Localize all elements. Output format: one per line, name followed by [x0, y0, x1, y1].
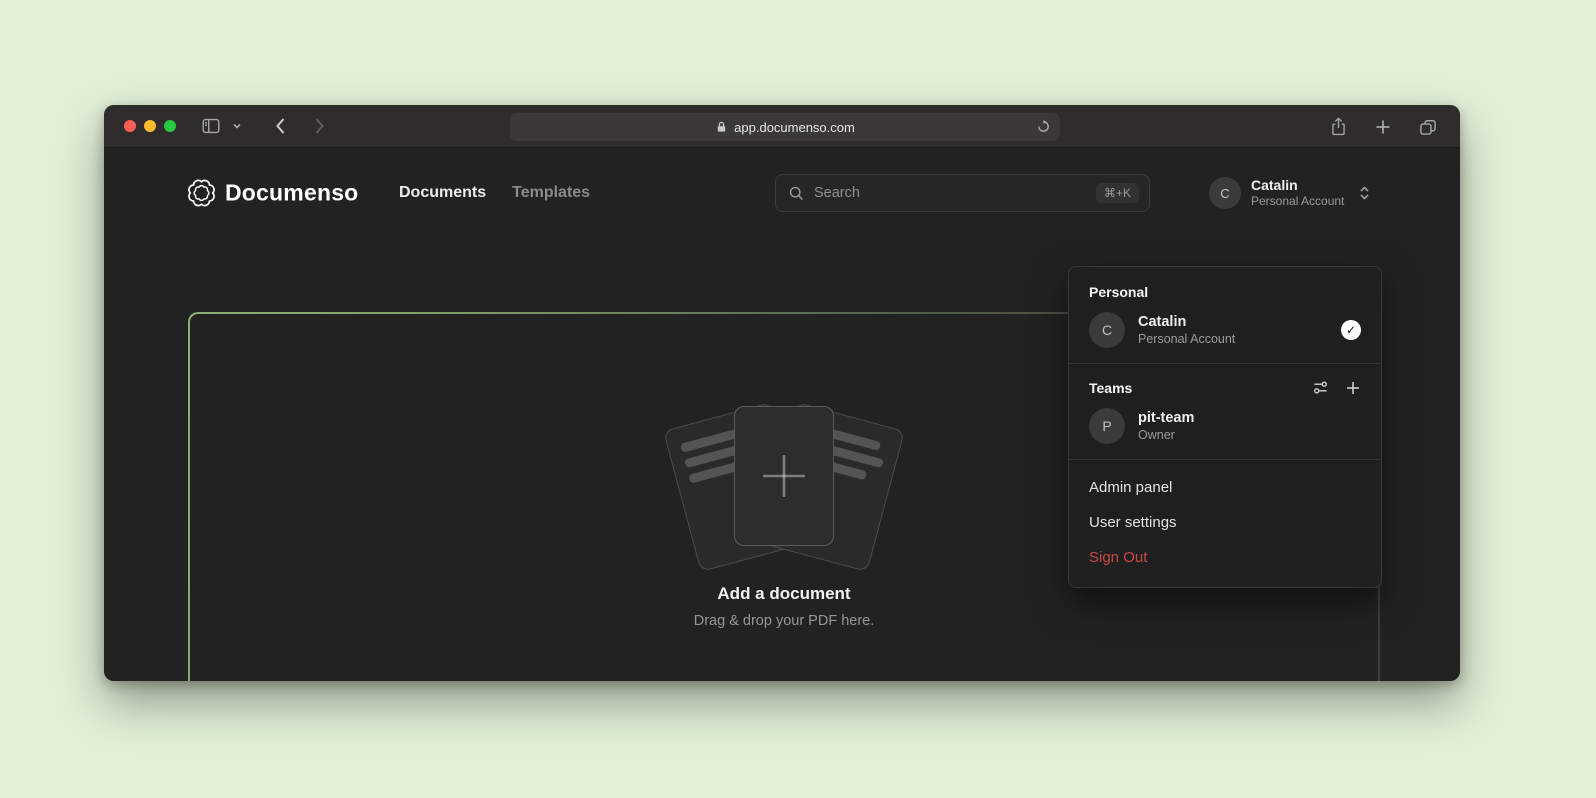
profile-menu-button[interactable]: C Catalin Personal Account: [1209, 177, 1371, 209]
new-tab-icon[interactable]: [1366, 118, 1400, 136]
avatar: P: [1089, 408, 1125, 444]
search-input[interactable]: Search ⌘+K: [775, 174, 1150, 212]
create-team-icon[interactable]: [1345, 380, 1361, 396]
team-name: pit-team: [1138, 409, 1194, 427]
desktop-background: app.documenso.com: [0, 0, 1596, 798]
chevron-up-down-icon: [1358, 185, 1371, 201]
sidebar-toggle-icon[interactable]: [192, 115, 230, 137]
search-shortcut-badge: ⌘+K: [1096, 183, 1139, 203]
browser-window: app.documenso.com: [104, 105, 1460, 681]
teams-header-label: Teams: [1089, 380, 1132, 396]
reload-icon[interactable]: [1036, 119, 1051, 134]
document-cards-illustration: [674, 406, 894, 556]
menu-item-sign-out[interactable]: Sign Out: [1069, 540, 1381, 575]
window-controls: [124, 120, 176, 132]
menu-divider: [1069, 459, 1381, 460]
profile-subtitle: Personal Account: [1251, 194, 1344, 209]
account-name: Catalin: [1138, 313, 1235, 331]
menu-section-teams: Teams: [1069, 370, 1381, 403]
personal-account-item[interactable]: C Catalin Personal Account ✓: [1069, 307, 1381, 361]
card-front-add: [734, 406, 834, 546]
avatar: C: [1209, 177, 1241, 209]
menu-section-personal: Personal: [1069, 275, 1381, 307]
account-subtitle: Personal Account: [1138, 331, 1235, 347]
menu-item-user-settings[interactable]: User settings: [1069, 505, 1381, 540]
nav-templates[interactable]: Templates: [512, 184, 590, 202]
share-icon[interactable]: [1321, 116, 1356, 137]
manage-teams-icon[interactable]: [1312, 379, 1329, 396]
documenso-app: Documenso Documents Templates Search ⌘+K: [104, 149, 1460, 681]
menu-divider: [1069, 363, 1381, 364]
sidebar-chevron-icon[interactable]: [230, 121, 250, 131]
brand-name: Documenso: [225, 180, 358, 207]
avatar: C: [1089, 312, 1125, 348]
main-nav: Documents Templates: [399, 184, 590, 202]
team-role: Owner: [1138, 427, 1194, 443]
search-icon: [788, 185, 805, 202]
documenso-logo-icon: [188, 180, 215, 207]
profile-dropdown-menu: Personal C Catalin Personal Account ✓ Te…: [1068, 266, 1382, 588]
profile-name: Catalin: [1251, 177, 1344, 194]
forward-icon[interactable]: [305, 116, 334, 136]
minimize-window-button[interactable]: [144, 120, 156, 132]
search-placeholder: Search: [814, 185, 1087, 201]
lock-icon: [715, 120, 728, 134]
app-header: Documenso Documents Templates Search ⌘+K: [104, 149, 1460, 237]
browser-toolbar: app.documenso.com: [104, 105, 1460, 148]
team-item-pit-team[interactable]: P pit-team Owner: [1069, 403, 1381, 457]
menu-item-admin-panel[interactable]: Admin panel: [1069, 470, 1381, 505]
back-icon[interactable]: [266, 116, 295, 136]
close-window-button[interactable]: [124, 120, 136, 132]
plus-icon: [757, 449, 811, 503]
address-bar[interactable]: app.documenso.com: [510, 113, 1060, 141]
documenso-logo[interactable]: Documenso: [188, 180, 358, 207]
address-bar-url: app.documenso.com: [734, 120, 855, 135]
empty-state-subtitle: Drag & drop your PDF here.: [694, 613, 875, 629]
selected-check-icon: ✓: [1341, 320, 1361, 340]
nav-documents[interactable]: Documents: [399, 184, 486, 202]
tab-overview-icon[interactable]: [1410, 117, 1446, 137]
zoom-window-button[interactable]: [164, 120, 176, 132]
empty-state-title: Add a document: [717, 584, 850, 604]
